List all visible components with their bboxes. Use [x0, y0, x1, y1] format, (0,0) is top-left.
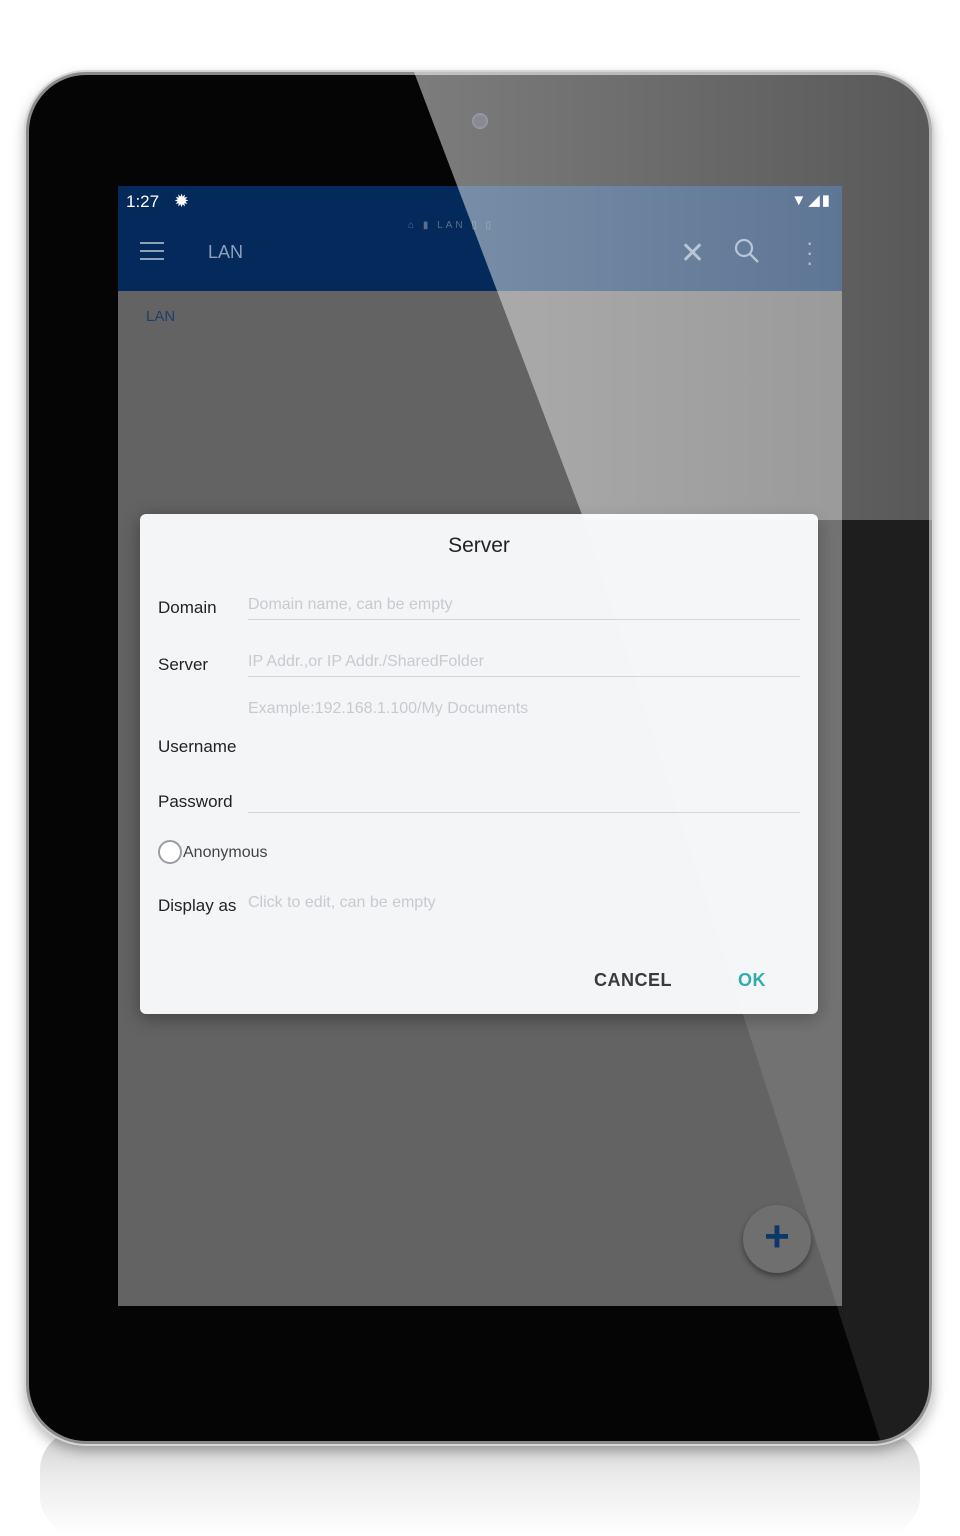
overflow-icon[interactable]: · · ·: [806, 232, 813, 274]
gear-icon: ✹: [174, 191, 190, 211]
dialog-title: Server: [448, 534, 510, 557]
status-icons: ▼◢▮: [791, 192, 832, 209]
password-field[interactable]: [248, 783, 800, 813]
display-as-label: Display as: [158, 896, 237, 915]
ok-button[interactable]: OK: [738, 970, 766, 991]
domain-label: Domain: [158, 598, 217, 617]
username-label: Username: [158, 737, 237, 756]
domain-field[interactable]: [248, 590, 800, 620]
server-dialog: Server Domain Server Example:192.168.1.1…: [140, 514, 818, 1014]
camera: [472, 113, 488, 129]
username-field[interactable]: [248, 730, 800, 760]
status-time: 1:27: [126, 192, 160, 211]
server-hint: Example:192.168.1.100/My Documents: [248, 700, 529, 717]
anonymous-radio[interactable]: [158, 840, 182, 864]
server-label: Server: [158, 655, 209, 674]
app-bar: ⌂ ▮ LAN ▯ ▯ LAN ✕ · · ·: [118, 216, 842, 291]
display-as-field[interactable]: [248, 888, 800, 918]
search-icon[interactable]: [734, 238, 760, 264]
breadcrumb[interactable]: LAN: [146, 308, 175, 325]
password-label: Password: [158, 792, 233, 811]
floor-shadow: [40, 1430, 920, 1536]
server-field[interactable]: [248, 647, 800, 677]
cancel-button[interactable]: CANCEL: [594, 970, 672, 991]
hamburger-icon[interactable]: [140, 242, 164, 262]
anonymous-label[interactable]: Anonymous: [183, 844, 268, 862]
path-crumbs[interactable]: ⌂ ▮ LAN ▯ ▯: [408, 220, 494, 231]
app-bar-title: LAN: [208, 242, 244, 262]
status-bar: 1:27 ✹ ▼◢▮: [118, 186, 842, 216]
add-button[interactable]: +: [743, 1205, 811, 1273]
close-icon[interactable]: ✕: [680, 236, 705, 271]
